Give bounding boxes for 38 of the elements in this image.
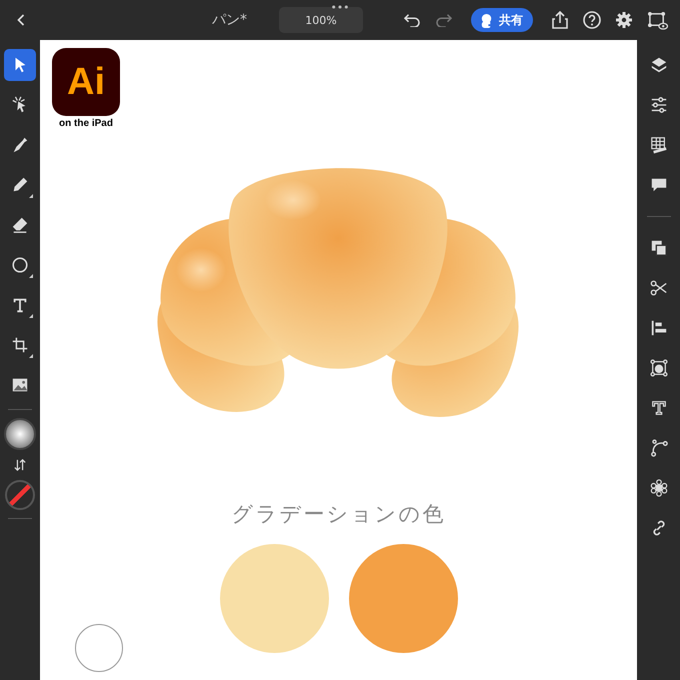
scissors-icon[interactable]	[650, 279, 668, 297]
grid-icon[interactable]	[650, 136, 668, 154]
pen-nib-icon	[11, 136, 29, 154]
sliders-icon[interactable]	[650, 96, 668, 114]
comment-icon[interactable]	[650, 176, 668, 194]
tool-button[interactable]	[4, 49, 36, 81]
crop-icon	[11, 336, 29, 354]
transform-icon[interactable]	[650, 359, 668, 377]
path-icon[interactable]	[650, 439, 668, 457]
share-button[interactable]: 共有	[471, 8, 533, 32]
zoom-field[interactable]: 100%	[279, 7, 363, 33]
align-icon[interactable]	[650, 319, 668, 337]
preview-icon[interactable]	[647, 10, 668, 30]
type-icon[interactable]	[650, 399, 668, 417]
settings-icon[interactable]	[615, 11, 633, 29]
document-title: パン*	[212, 11, 247, 29]
swap-icon[interactable]	[14, 458, 26, 472]
arrange-icon[interactable]	[650, 239, 668, 257]
export-icon[interactable]	[551, 11, 569, 29]
pencil-icon	[11, 176, 29, 194]
text-icon	[11, 296, 29, 314]
eraser-icon	[11, 216, 29, 234]
undo-icon[interactable]	[403, 13, 421, 27]
logo-caption: on the iPad	[59, 118, 113, 129]
gradient-colors-caption: グラデーションの色	[232, 501, 446, 528]
fill-swatch[interactable]	[4, 418, 36, 450]
redo-icon[interactable]	[435, 13, 453, 27]
layers-icon[interactable]	[650, 56, 668, 74]
back-icon[interactable]	[16, 13, 26, 27]
help-icon[interactable]	[583, 11, 601, 29]
add-user-icon	[479, 12, 494, 28]
repeat-icon[interactable]	[650, 479, 668, 497]
touch-shortcut-button[interactable]	[75, 624, 123, 672]
app-logo: Ai	[52, 48, 120, 116]
more-icon[interactable]	[331, 5, 349, 9]
image-icon	[11, 376, 29, 394]
circle-icon	[11, 256, 29, 274]
stroke-swatch[interactable]	[5, 480, 35, 510]
